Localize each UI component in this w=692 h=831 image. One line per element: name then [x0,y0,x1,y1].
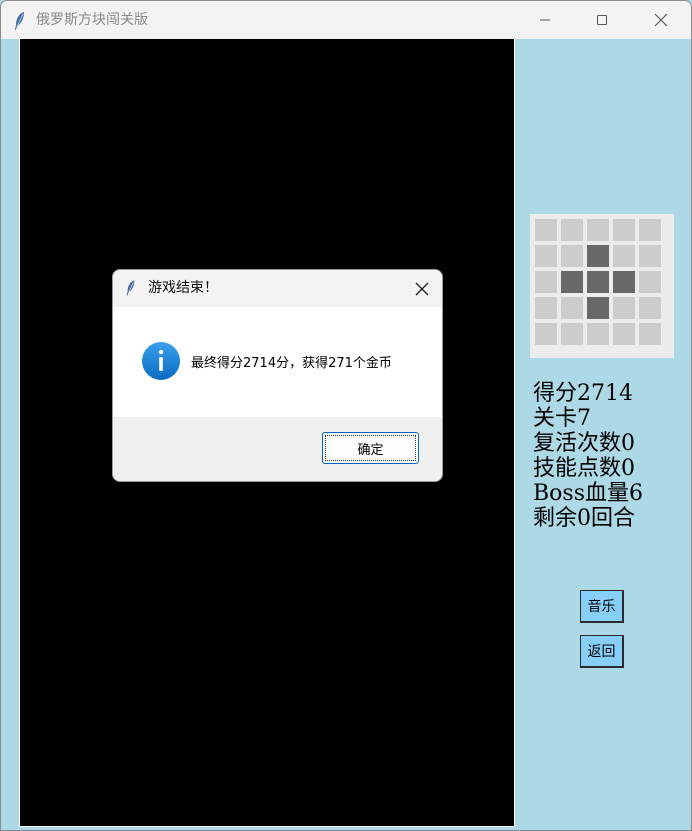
title-bar[interactable]: 俄罗斯方块闯关版 [1,1,691,39]
dialog-body: 最终得分2714分，获得271个金币 [113,307,442,417]
info-icon [142,342,180,380]
preview-cell [639,271,661,293]
score-label: 得分2714 [533,381,633,406]
preview-cell [561,297,583,319]
close-icon [654,13,668,27]
dialog-title-bar[interactable]: 游戏结束！ [113,270,442,307]
preview-cell [613,219,635,241]
app-window: 俄罗斯方块闯关版 得分2714 关卡7 复活次数0 技能点数0 Boss血量6 … [0,0,692,831]
preview-cell [587,219,609,241]
preview-cell [535,323,557,345]
minimize-button[interactable] [522,1,568,39]
maximize-icon [597,15,607,25]
dialog-title: 游戏结束！ [148,280,218,296]
music-button[interactable]: 音乐 [580,590,624,623]
preview-cell [639,297,661,319]
game-over-dialog: 游戏结束！ 最终得分2714分，获得271个金币 确定 [112,269,443,482]
close-button[interactable] [638,1,684,39]
preview-cell [561,245,583,267]
remaining-turns-label: 剩余0回合 [533,506,635,531]
boss-hp-label: Boss血量6 [533,481,643,506]
preview-cell [613,245,635,267]
preview-cell [639,245,661,267]
preview-cell [561,323,583,345]
preview-cell [561,219,583,241]
next-piece-block [561,271,583,293]
next-piece-block [613,271,635,293]
preview-cell [613,323,635,345]
preview-cell [535,219,557,241]
stats-panel: 得分2714 关卡7 复活次数0 技能点数0 Boss血量6 剩余0回合 [533,381,643,531]
preview-cell [613,297,635,319]
preview-cell [535,245,557,267]
close-icon [415,282,429,296]
next-piece-block [587,245,609,267]
revives-label: 复活次数0 [533,431,635,456]
dialog-message: 最终得分2714分，获得271个金币 [191,356,392,371]
next-piece-preview [530,214,674,358]
window-title: 俄罗斯方块闯关版 [36,12,148,28]
next-piece-block [587,297,609,319]
level-label: 关卡7 [533,406,591,431]
focus-ring [325,435,416,461]
maximize-button[interactable] [579,1,625,39]
back-button[interactable]: 返回 [580,635,624,668]
feather-icon [126,280,135,296]
minimize-icon [540,19,550,21]
dialog-close-button[interactable] [408,275,436,303]
skill-points-label: 技能点数0 [533,456,635,481]
preview-cell [639,219,661,241]
preview-cell [535,297,557,319]
preview-cell [639,323,661,345]
feather-icon [15,12,24,30]
ok-button[interactable]: 确定 [322,432,419,464]
preview-cell [587,323,609,345]
next-piece-block [587,271,609,293]
preview-cell [535,271,557,293]
